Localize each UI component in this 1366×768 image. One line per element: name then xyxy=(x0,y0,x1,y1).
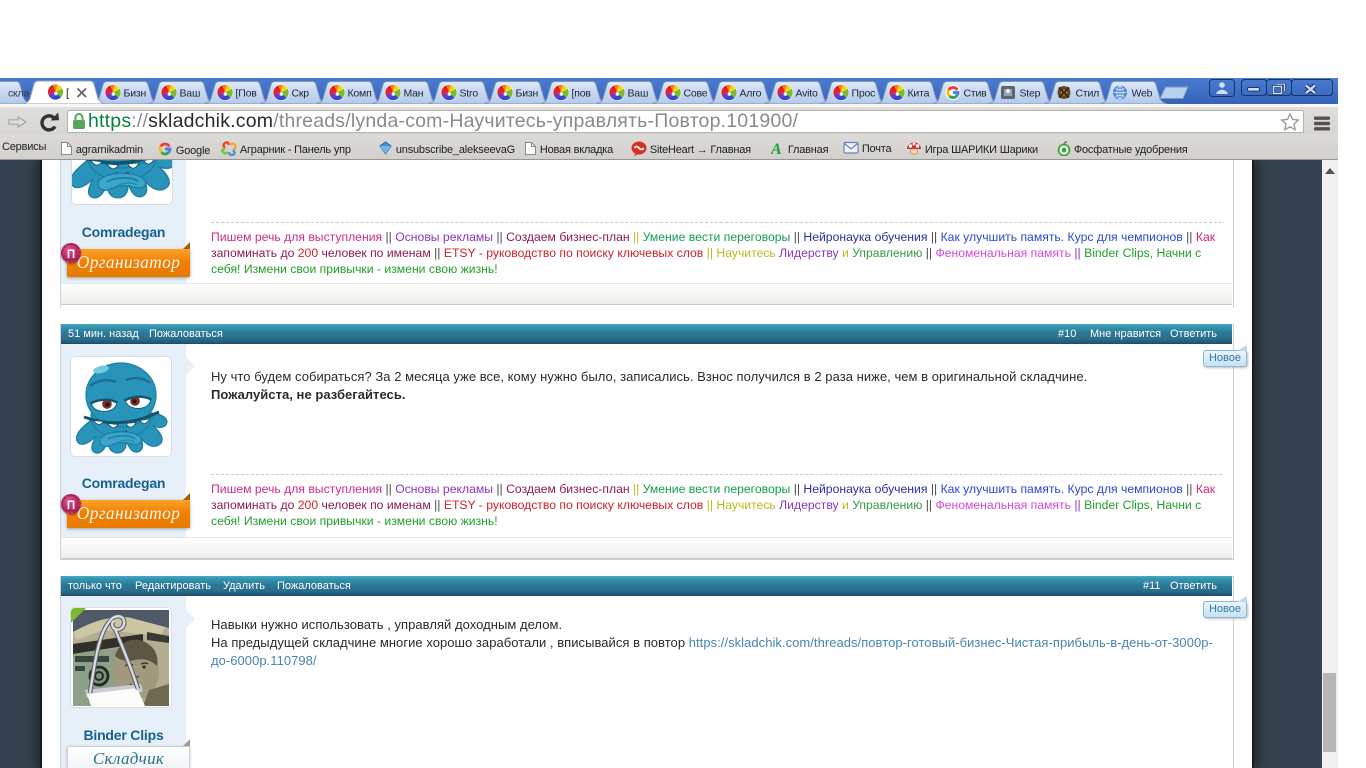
svg-text:[: [ xyxy=(66,88,69,100)
svg-text:Stro: Stro xyxy=(460,88,479,100)
svg-text:Скр: Скр xyxy=(292,88,310,100)
svg-text:Ваш: Ваш xyxy=(628,88,649,100)
svg-text:Web: Web xyxy=(1132,88,1153,100)
svg-text:Бизн: Бизн xyxy=(516,88,539,100)
svg-text:Стив: Стив xyxy=(964,88,988,100)
svg-text:Прос: Прос xyxy=(852,88,876,100)
svg-text:Ваш: Ваш xyxy=(180,88,201,100)
svg-text:A: A xyxy=(771,141,782,155)
svg-text:скла: скла xyxy=(8,88,29,100)
svg-text:Кита: Кита xyxy=(908,88,930,100)
svg-text:Комп: Комп xyxy=(348,88,372,100)
svg-text:Бизн: Бизн xyxy=(124,88,147,100)
svg-text:Step: Step xyxy=(1020,88,1041,100)
svg-text:Алго: Алго xyxy=(740,88,762,100)
svg-text:Сове: Сове xyxy=(684,88,708,100)
svg-text:[пов: [пов xyxy=(572,88,592,100)
svg-text:[Пов: [Пов xyxy=(236,88,258,100)
svg-text:Стил: Стил xyxy=(1076,88,1100,100)
svg-text:Ман: Ман xyxy=(404,88,424,100)
svg-text:Avito: Avito xyxy=(796,88,819,100)
